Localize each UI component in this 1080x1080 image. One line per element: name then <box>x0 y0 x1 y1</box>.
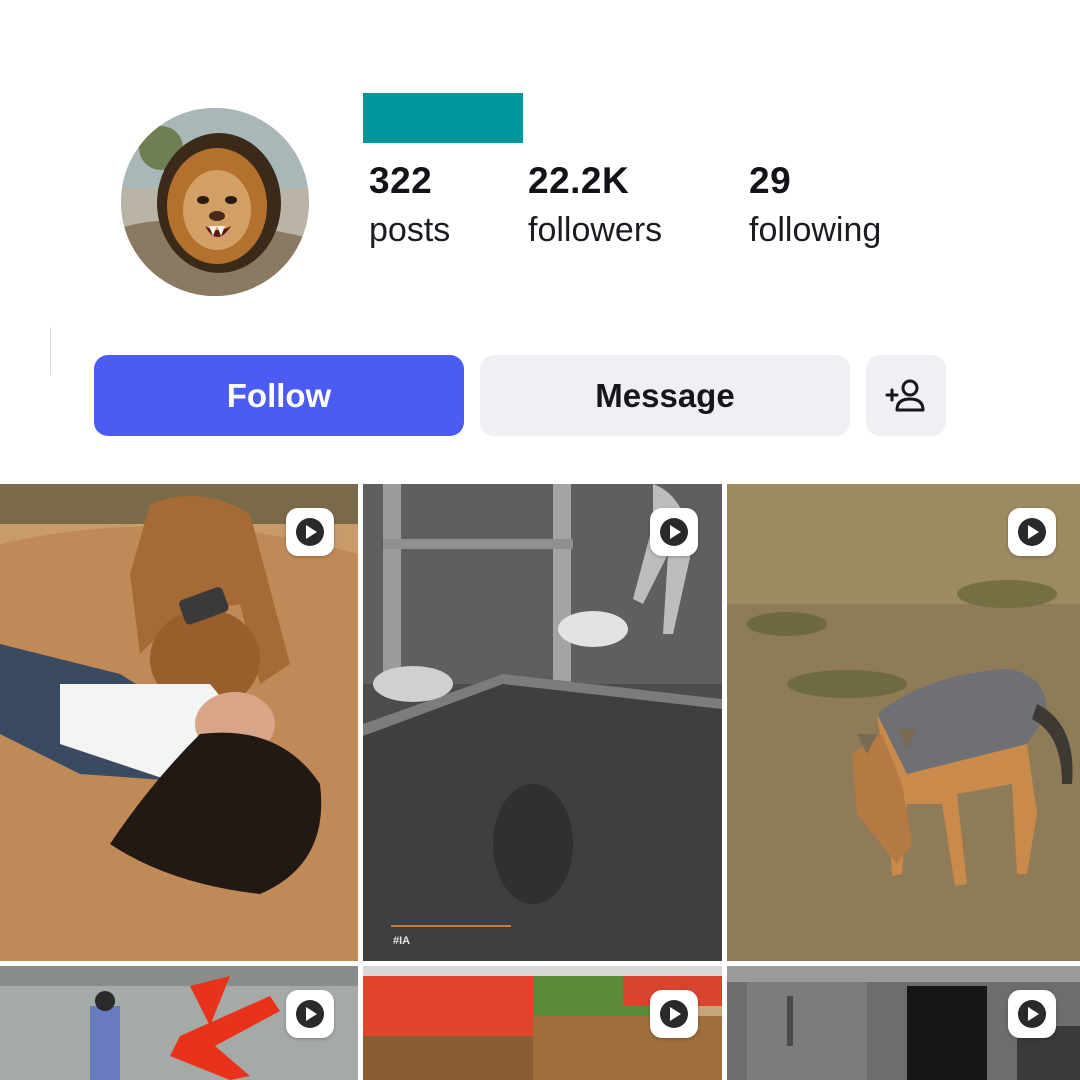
play-icon <box>650 508 698 556</box>
grid-post[interactable]: #IA <box>363 484 722 961</box>
followers-label: followers <box>528 211 663 249</box>
grid-post[interactable] <box>727 484 1080 961</box>
username-highlight <box>363 93 523 143</box>
profile-avatar[interactable] <box>121 108 309 296</box>
stat-followers[interactable]: 22.2K followers <box>528 160 662 250</box>
following-count: 29 <box>749 160 792 201</box>
grid-post[interactable] <box>727 966 1080 1080</box>
suggest-users-button[interactable] <box>866 355 946 436</box>
lion-avatar-icon <box>121 108 309 296</box>
grid-post[interactable] <box>0 484 358 961</box>
posts-label: posts <box>369 211 451 249</box>
caption-underline <box>391 925 511 927</box>
play-icon <box>286 508 334 556</box>
add-user-icon <box>885 379 925 411</box>
play-icon <box>1008 990 1056 1038</box>
play-icon <box>286 990 334 1038</box>
play-icon <box>650 990 698 1038</box>
follow-button-label: Follow <box>226 376 332 414</box>
following-label: following <box>749 211 882 249</box>
grid-post[interactable] <box>0 966 358 1080</box>
stat-posts[interactable]: 322 posts <box>369 160 450 250</box>
followers-count: 22.2K <box>528 160 630 201</box>
grid-post[interactable] <box>363 966 722 1080</box>
stat-following[interactable]: 29 following <box>749 160 881 250</box>
message-button[interactable]: Message <box>480 355 850 436</box>
divider-line <box>50 327 51 375</box>
play-icon <box>1008 508 1056 556</box>
message-button-label: Message <box>595 376 735 414</box>
follow-button[interactable]: Follow <box>94 355 464 436</box>
posts-count: 322 <box>369 160 433 201</box>
post-tag: #IA <box>393 935 411 947</box>
